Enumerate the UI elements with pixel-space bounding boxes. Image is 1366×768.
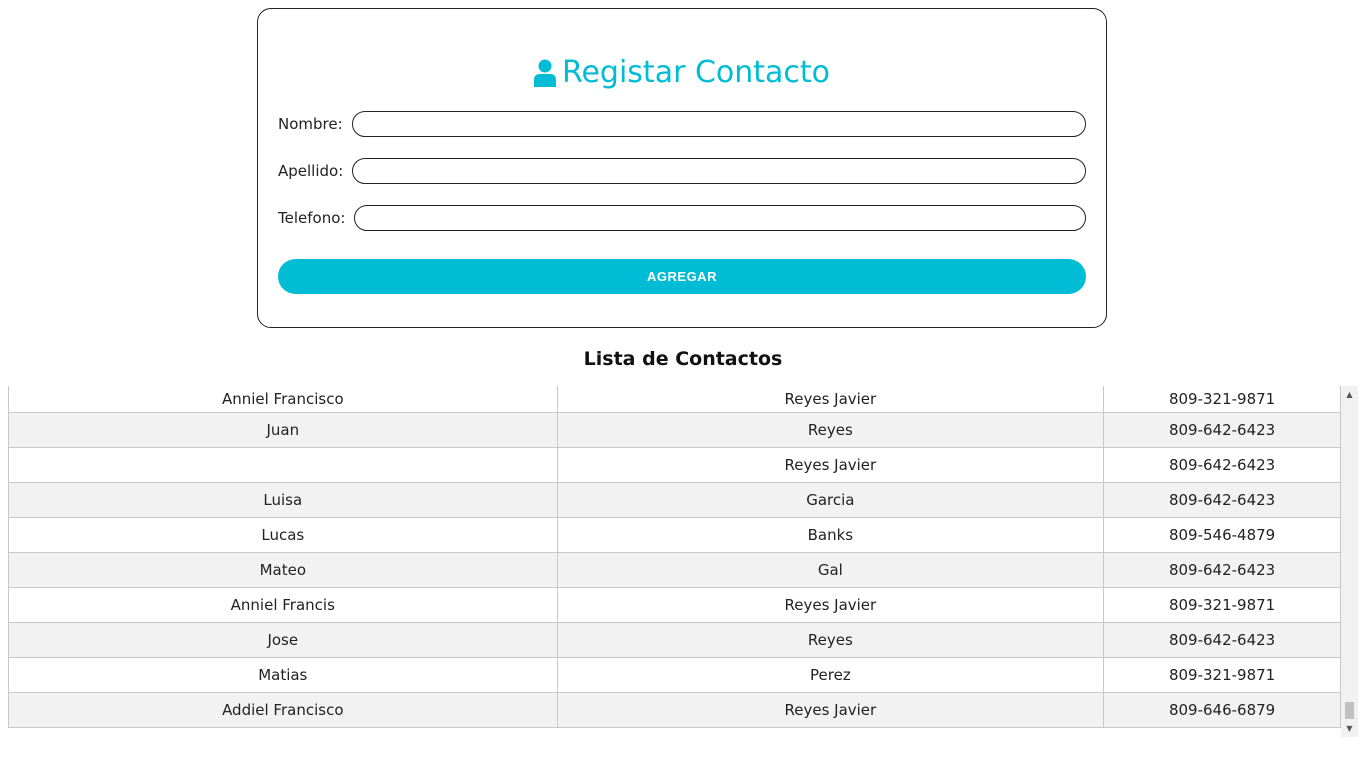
agregar-button[interactable]: AGREGAR [278, 259, 1086, 294]
cell-apellido: Reyes Javier [556, 586, 1105, 623]
cell-nombre: Matias [8, 656, 558, 693]
form-title: Registar Contacto [258, 53, 1106, 93]
table-row: Jose Reyes 809-642-6423 [8, 621, 1341, 658]
nombre-label: Nombre: [278, 115, 343, 133]
cell-apellido: Reyes Javier [556, 691, 1105, 728]
cell-nombre: Jose [8, 621, 558, 658]
table-row: Reyes Javier 809-642-6423 [8, 446, 1341, 483]
table-row: Luisa Garcia 809-642-6423 [8, 481, 1341, 518]
cell-apellido: Reyes [556, 411, 1105, 448]
cell-telefono: 809-321-9871 [1103, 386, 1341, 413]
apellido-label: Apellido: [278, 162, 344, 180]
telefono-input[interactable] [354, 205, 1086, 231]
contact-table: Anniel Francisco Reyes Javier 809-321-98… [8, 386, 1341, 728]
register-contact-form: Registar Contacto Nombre: Apellido: Tele… [257, 8, 1107, 328]
nombre-row: Nombre: [278, 110, 1086, 138]
cell-apellido: Gal [556, 551, 1105, 588]
table-scrollbar[interactable]: ▲ ▼ [1341, 386, 1358, 737]
cell-telefono: 809-321-9871 [1103, 586, 1341, 623]
table-row: Anniel Francisco Reyes Javier 809-321-98… [8, 386, 1341, 413]
table-row: Juan Reyes 809-642-6423 [8, 411, 1341, 448]
cell-nombre: Mateo [8, 551, 558, 588]
cell-nombre: Luisa [8, 481, 558, 518]
table-row: Matias Perez 809-321-9871 [8, 656, 1341, 693]
cell-nombre [8, 446, 558, 483]
scrollbar-thumb[interactable] [1345, 702, 1354, 719]
cell-nombre: Juan [8, 411, 558, 448]
contact-list-title: Lista de Contactos [583, 348, 783, 370]
cell-apellido: Banks [556, 516, 1105, 553]
cell-telefono: 809-642-6423 [1103, 446, 1341, 483]
table-row: Addiel Francisco Reyes Javier 809-646-68… [8, 691, 1341, 728]
arrow-up-icon[interactable]: ▲ [1341, 386, 1358, 403]
arrow-down-icon[interactable]: ▼ [1341, 720, 1358, 737]
cell-apellido: Reyes [556, 621, 1105, 658]
cell-nombre: Anniel Francisco [8, 386, 558, 413]
telefono-row: Telefono: [278, 204, 1086, 232]
table-row: Anniel Francis Reyes Javier 809-321-9871 [8, 586, 1341, 623]
cell-nombre: Lucas [8, 516, 558, 553]
cell-telefono: 809-646-6879 [1103, 691, 1341, 728]
apellido-input[interactable] [352, 158, 1086, 184]
cell-apellido: Reyes Javier [556, 446, 1105, 483]
cell-nombre: Anniel Francis [8, 586, 558, 623]
cell-apellido: Garcia [556, 481, 1105, 518]
table-row: Lucas Banks 809-546-4879 [8, 516, 1341, 553]
cell-telefono: 809-642-6423 [1103, 411, 1341, 448]
nombre-input[interactable] [351, 111, 1086, 137]
cell-apellido: Perez [556, 656, 1105, 693]
cell-apellido: Reyes Javier [556, 386, 1105, 413]
cell-telefono: 809-642-6423 [1103, 621, 1341, 658]
apellido-row: Apellido: [278, 157, 1086, 185]
cell-nombre: Addiel Francisco [8, 691, 558, 728]
form-title-text: Registar Contacto [561, 55, 831, 90]
cell-telefono: 809-642-6423 [1103, 481, 1341, 518]
contact-table-container[interactable]: Anniel Francisco Reyes Javier 809-321-98… [8, 386, 1358, 737]
table-row: Mateo Gal 809-642-6423 [8, 551, 1341, 588]
cell-telefono: 809-546-4879 [1103, 516, 1341, 553]
cell-telefono: 809-642-6423 [1103, 551, 1341, 588]
telefono-label: Telefono: [278, 209, 346, 227]
cell-telefono: 809-321-9871 [1103, 656, 1341, 693]
user-icon [533, 59, 556, 87]
